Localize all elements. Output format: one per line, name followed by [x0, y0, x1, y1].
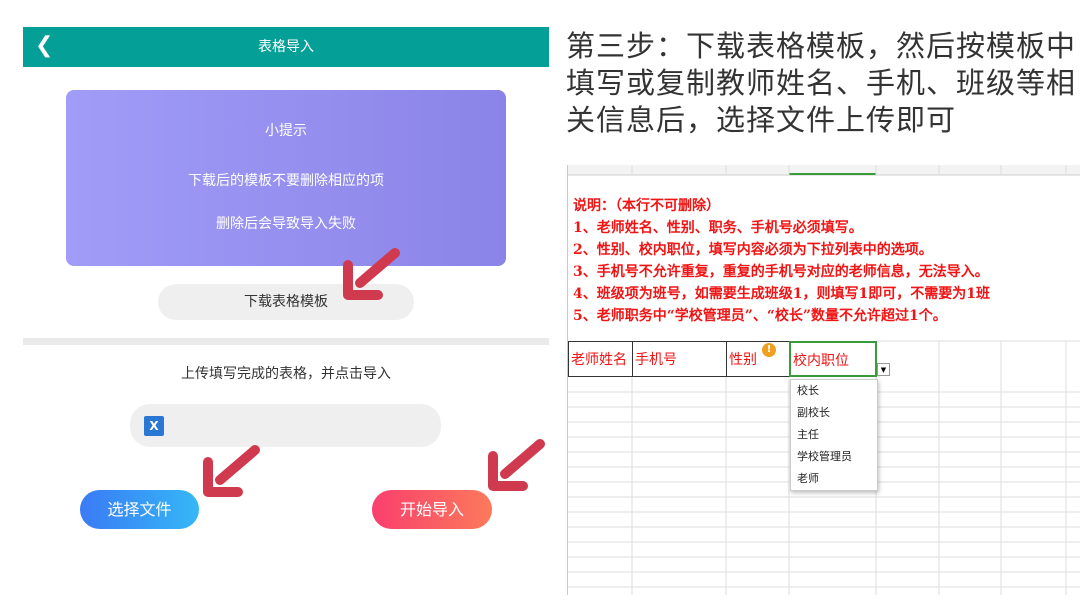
- note-line: 5、老师职务中“学校管理员”、“校长”数量不允许超过1个。: [573, 308, 947, 324]
- tip-title: 小提示: [265, 123, 307, 139]
- back-icon[interactable]: ❮: [35, 27, 53, 65]
- note-line: 2、性别、校内职位，填写内容必须为下拉列表中的选项。: [573, 242, 933, 258]
- arrow-pointer-icon: [343, 248, 400, 300]
- dropdown-option[interactable]: 校长: [791, 380, 877, 402]
- tip-card: 小提示 下载后的模板不要删除相应的项 删除后会导致导入失败: [66, 90, 506, 266]
- divider: [23, 338, 549, 345]
- dropdown-option[interactable]: 老师: [791, 468, 877, 490]
- dropdown-option[interactable]: 主任: [791, 424, 877, 446]
- selected-header-cell[interactable]: 校内职位: [789, 341, 877, 377]
- header-cell[interactable]: 手机号: [632, 341, 726, 377]
- dropdown-arrow-icon[interactable]: ▼: [877, 363, 890, 376]
- header-cell[interactable]: 性别: [726, 341, 789, 377]
- dropdown-list: 校长 副校长 主任 学校管理员 老师: [790, 379, 878, 491]
- file-input[interactable]: X: [130, 404, 441, 447]
- app-header: ❮ 表格导入: [23, 27, 549, 67]
- dropdown-option[interactable]: 学校管理员: [791, 446, 877, 468]
- start-import-button[interactable]: 开始导入: [372, 490, 492, 529]
- upload-hint: 上传填写完成的表格，并点击导入: [181, 366, 391, 382]
- note-line: 4、班级项为班号，如需要生成班级1，则填写1即可，不需要为1班: [573, 286, 990, 302]
- arrow-pointer-icon: [203, 445, 260, 497]
- header-cell[interactable]: 老师姓名: [568, 341, 632, 377]
- tip-line-2: 删除后会导致导入失败: [216, 216, 356, 232]
- dropdown-option[interactable]: 副校长: [791, 402, 877, 424]
- warning-icon[interactable]: !: [762, 343, 776, 357]
- note-line: 1、老师姓名、性别、职务、手机号必须填写。: [573, 220, 863, 236]
- arrow-pointer-icon: [488, 439, 545, 491]
- instruction-text: 第三步：下载表格模板，然后按模板中填写或复制教师姓名、手机、班级等相关信息后，选…: [566, 29, 1077, 137]
- note-line: 说明：（本行不可删除）: [573, 198, 720, 214]
- tip-line-1: 下载后的模板不要删除相应的项: [188, 173, 384, 189]
- note-line: 3、手机号不允许重复，重复的手机号对应的老师信息，无法导入。: [573, 264, 989, 280]
- excel-file-icon: X: [144, 416, 164, 436]
- select-file-button[interactable]: 选择文件: [80, 490, 199, 529]
- page-title: 表格导入: [258, 39, 314, 55]
- spreadsheet-preview: 说明：（本行不可删除） 1、老师姓名、性别、职务、手机号必须填写。 2、性别、校…: [567, 165, 1080, 595]
